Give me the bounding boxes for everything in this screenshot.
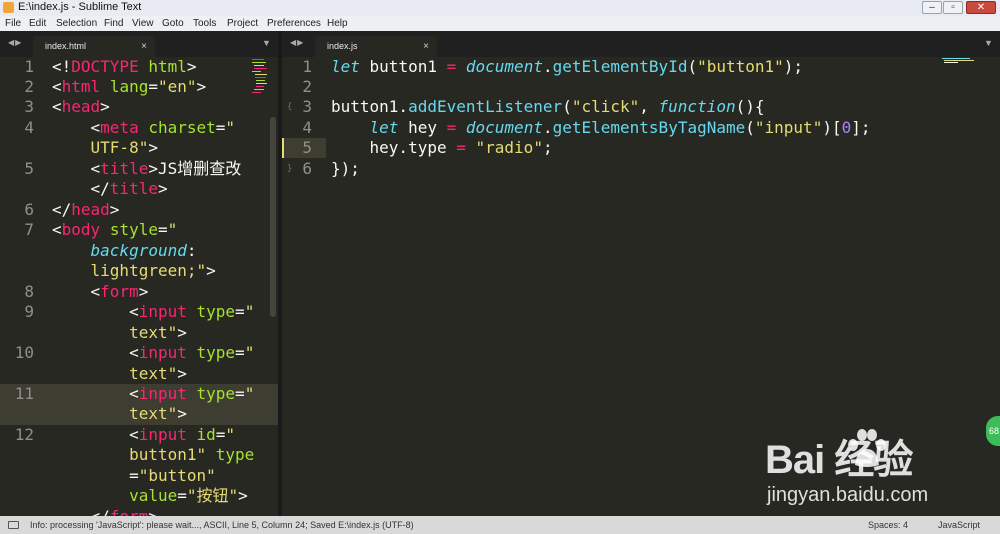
code-line: 9 <input type=": [24, 302, 255, 321]
minimize-icon[interactable]: –: [922, 1, 942, 14]
code-line: 2 <html lang="en">: [24, 77, 207, 96]
tab-label: index.html: [45, 41, 87, 51]
code-line: </title>: [90, 179, 168, 198]
code-line: {3 button1.addEventListener("click", func…: [287, 97, 765, 116]
code-line: lightgreen;">: [90, 261, 216, 280]
left-tabbar: ◀▶ index.html × ▼: [0, 31, 278, 57]
panel-toggle-icon[interactable]: [8, 521, 19, 529]
arrow-left-right-icon[interactable]: ◀▶: [8, 38, 22, 47]
code-line: } 6});: [287, 159, 360, 178]
maximize-icon[interactable]: ▫: [943, 1, 963, 14]
menu-bar: File Edit Selection Find View Goto Tools…: [0, 16, 1000, 31]
menu-tools[interactable]: Tools: [193, 16, 216, 31]
code-line: text">: [129, 364, 187, 383]
code-line: text">: [129, 323, 187, 342]
syntax-selector[interactable]: JavaScript: [938, 516, 980, 534]
sublime-app-icon: [3, 2, 14, 13]
code-line: 5 <title>JS增删查改: [24, 159, 242, 178]
chevron-down-icon[interactable]: ▼: [262, 38, 271, 48]
code-line: 3 <head>: [24, 97, 110, 116]
close-icon[interactable]: ×: [423, 36, 429, 57]
code-line: UTF-8">: [90, 138, 158, 157]
code-line-current: 5 hey.type = "radio";: [302, 138, 553, 157]
minimap-left[interactable]: [252, 57, 268, 99]
code-line: 1 let button1 = document.getElementById("…: [302, 57, 804, 76]
tab-index-html[interactable]: index.html ×: [33, 36, 155, 57]
menu-preferences[interactable]: Preferences: [267, 16, 321, 31]
code-line: 2: [302, 77, 312, 96]
indentation-setting[interactable]: Spaces: 4: [868, 516, 908, 534]
side-badge[interactable]: 68: [986, 416, 1000, 446]
watermark-url: jingyan.baidu.com: [767, 484, 929, 506]
tab-index-js[interactable]: index.js ×: [315, 36, 437, 57]
code-line: 10 <input type=": [14, 343, 255, 362]
code-line: 8 <form>: [24, 282, 149, 301]
right-tabbar: ◀▶ index.js × ▼: [282, 31, 1000, 57]
menu-file[interactable]: File: [5, 16, 21, 31]
code-line: 1 <!DOCTYPE html>: [24, 57, 197, 76]
menu-edit[interactable]: Edit: [29, 16, 46, 31]
code-line: 4 let hey = document.getElementsByTagNam…: [302, 118, 871, 137]
close-icon[interactable]: ✕: [966, 1, 996, 14]
tab-label: index.js: [327, 41, 358, 51]
status-bar: Info: processing 'JavaScript': please wa…: [0, 516, 1000, 534]
close-icon[interactable]: ×: [141, 36, 147, 57]
menu-selection[interactable]: Selection: [56, 16, 97, 31]
chevron-down-icon[interactable]: ▼: [984, 38, 993, 48]
code-line: text">: [129, 404, 187, 423]
code-line: 7 <body style=": [24, 220, 178, 239]
code-line: </form>: [0, 507, 278, 516]
menu-goto[interactable]: Goto: [162, 16, 184, 31]
code-line: button1" type: [129, 445, 255, 464]
window-titlebar: E:\index.js - Sublime Text – ▫ ✕: [0, 0, 1000, 17]
code-line: ="button": [129, 466, 216, 485]
window-title: E:\index.js - Sublime Text: [18, 1, 142, 13]
arrow-left-right-icon[interactable]: ◀▶: [290, 38, 304, 47]
editor-pane-left[interactable]: 1 <!DOCTYPE html> 2 <html lang="en"> 3 <hea…: [0, 57, 278, 516]
menu-project[interactable]: Project: [227, 16, 258, 31]
code-line: 6 </head>: [24, 200, 120, 219]
vertical-scrollbar[interactable]: [270, 117, 276, 317]
menu-view[interactable]: View: [132, 16, 154, 31]
paw-icon: [848, 429, 886, 467]
menu-find[interactable]: Find: [104, 16, 123, 31]
baidu-jingyan-watermark: Bai 经验 jingyan.baidu.com: [765, 427, 1000, 513]
code-line: 4 <meta charset=": [24, 118, 236, 137]
code-line: background:: [90, 241, 197, 260]
code-line: value="按钮">: [129, 486, 248, 505]
status-info: Info: processing 'JavaScript': please wa…: [30, 520, 414, 530]
code-line: 12 <input id=": [14, 425, 236, 444]
watermark-brand: Bai 经验: [765, 438, 913, 482]
menu-help[interactable]: Help: [327, 16, 348, 31]
